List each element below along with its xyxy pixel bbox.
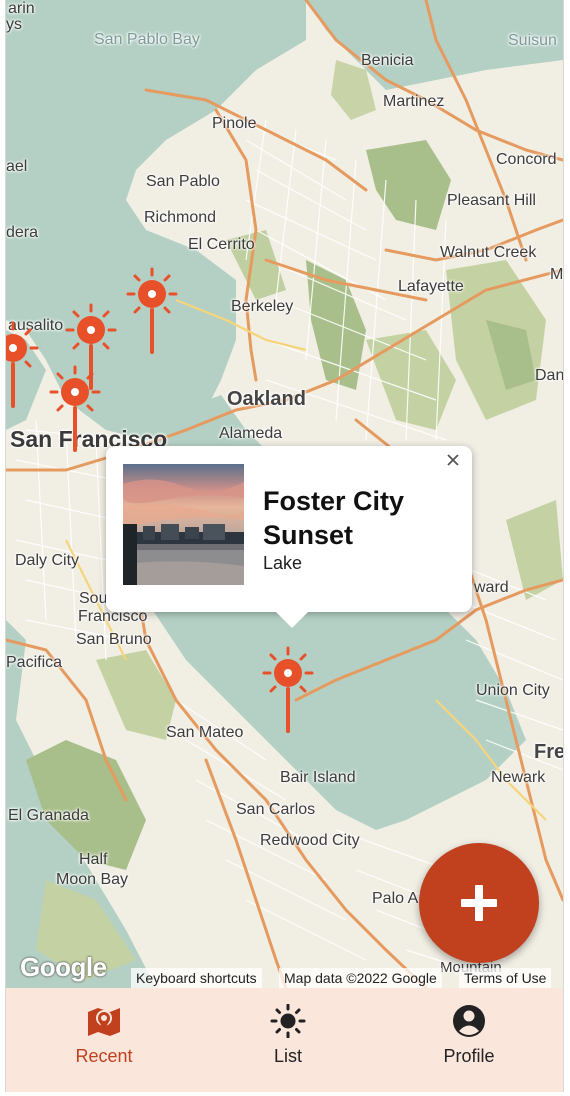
map-label: ys bbox=[6, 16, 22, 33]
plus-icon bbox=[461, 885, 497, 921]
bottom-navigation: Recent List Profile bbox=[6, 988, 563, 1092]
nav-tab-label: Recent bbox=[75, 1046, 133, 1066]
map-label: Half bbox=[79, 851, 108, 868]
map-label: San Carlos bbox=[236, 801, 316, 818]
map-label: San Bruno bbox=[76, 631, 152, 648]
map-label: San Pablo bbox=[146, 173, 220, 190]
nav-tab-profile[interactable]: Profile bbox=[399, 988, 539, 1092]
location-category: Lake bbox=[263, 553, 303, 573]
google-logo: Google bbox=[20, 952, 107, 982]
app-frame: arin ys San Pablo Bay Suisun Benicia Mar… bbox=[5, 0, 564, 1092]
map-label: Palo A bbox=[372, 890, 419, 907]
map-label: San Pablo Bay bbox=[94, 31, 200, 48]
map-label: Alameda bbox=[219, 425, 283, 442]
map-view[interactable]: arin ys San Pablo Bay Suisun Benicia Mar… bbox=[6, 0, 563, 988]
nav-tab-recent[interactable]: Recent bbox=[34, 988, 174, 1092]
location-thumbnail[interactable] bbox=[123, 464, 244, 585]
map-label: Redwood City bbox=[260, 832, 360, 849]
map-label: ward bbox=[474, 579, 509, 596]
map-label: Pinole bbox=[212, 115, 257, 132]
add-location-button[interactable] bbox=[419, 843, 539, 963]
map-label: Richmond bbox=[144, 209, 217, 226]
map-label: M bbox=[550, 266, 564, 283]
map-label: dera bbox=[6, 224, 39, 241]
map-label: Union City bbox=[476, 682, 550, 699]
map-pin-icon[interactable] bbox=[122, 266, 182, 356]
map-label: Concord bbox=[496, 151, 557, 168]
map-label: Dan bbox=[535, 367, 564, 384]
map-label: Pleasant Hill bbox=[447, 192, 536, 209]
map-label: Daly City bbox=[15, 552, 80, 569]
map-label: Walnut Creek bbox=[440, 244, 537, 261]
map-pin-icon[interactable] bbox=[5, 320, 43, 410]
map-pin-icon[interactable] bbox=[258, 645, 318, 735]
map-label: Moon Bay bbox=[56, 871, 129, 888]
keyboard-shortcuts-link[interactable]: Keyboard shortcuts bbox=[131, 968, 262, 988]
nav-tab-list[interactable]: List bbox=[218, 988, 358, 1092]
map-label: Pacifica bbox=[6, 654, 63, 671]
map-label: Benicia bbox=[361, 52, 414, 69]
map-label: San Mateo bbox=[166, 724, 244, 741]
location-info-window[interactable]: Foster City Sunset Lake bbox=[106, 446, 472, 628]
map-label: Lafayette bbox=[398, 278, 464, 295]
close-icon[interactable] bbox=[442, 450, 464, 472]
nav-tab-label: List bbox=[273, 1046, 302, 1066]
location-title: Foster City Sunset bbox=[263, 486, 405, 550]
map-label: El Granada bbox=[8, 807, 89, 824]
map-label: Fre bbox=[534, 741, 564, 763]
map-label: El Cerrito bbox=[188, 236, 255, 253]
map-label: ael bbox=[6, 158, 28, 175]
map-pin-icon[interactable] bbox=[45, 364, 105, 454]
map-data-attribution: Map data ©2022 Google bbox=[279, 968, 442, 988]
map-label: Oakland bbox=[227, 388, 306, 410]
map-label: Berkeley bbox=[231, 298, 294, 315]
map-label: Bair Island bbox=[280, 769, 356, 786]
map-label: Martinez bbox=[383, 93, 445, 110]
sun-icon bbox=[270, 1004, 306, 1038]
map-label: Suisun bbox=[508, 32, 557, 49]
map-pin-icon bbox=[88, 1008, 120, 1036]
terms-of-use-link[interactable]: Terms of Use bbox=[459, 968, 552, 988]
map-label: Newark bbox=[491, 769, 546, 786]
nav-tab-label: Profile bbox=[443, 1046, 495, 1066]
account-circle-icon bbox=[453, 1005, 485, 1037]
